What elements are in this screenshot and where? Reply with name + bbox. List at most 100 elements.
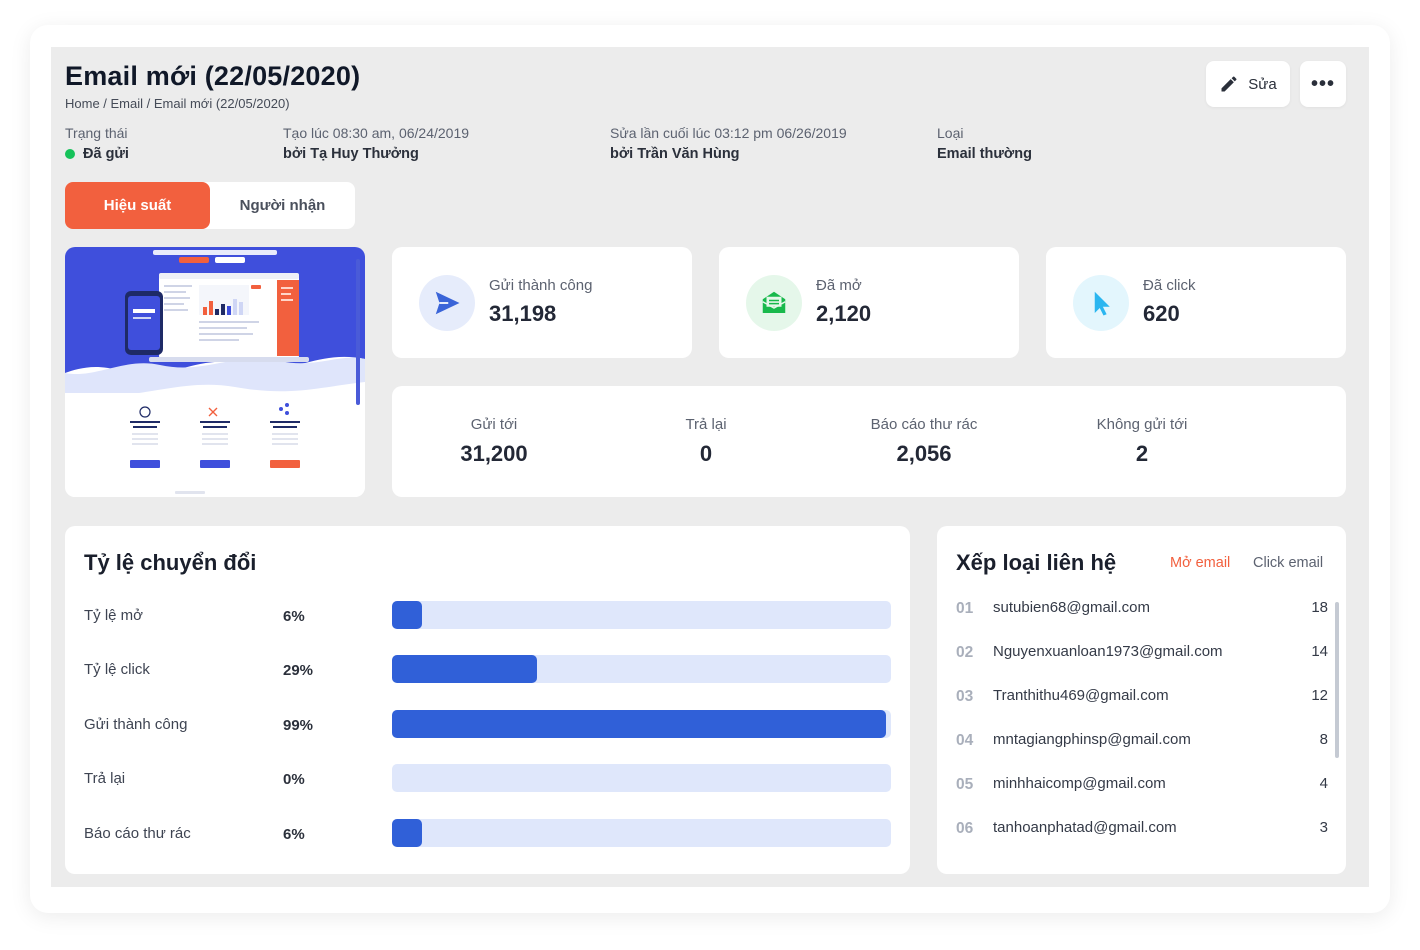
delivery-bounced: Trả lại 0 (654, 416, 758, 467)
edited-label: Sửa lần cuối lúc 03:12 pm 06/26/2019 (610, 125, 847, 141)
conversion-percent: 29% (283, 662, 314, 679)
delivery-spam-reports: Báo cáo thư rác 2,056 (854, 416, 994, 467)
ranking-scrollbar[interactable] (1335, 602, 1339, 758)
more-options-button[interactable]: ••• (1300, 61, 1346, 107)
delivery-value: 31,200 (460, 441, 528, 466)
meta-status: Trạng thái Đã gửi (65, 125, 129, 162)
conversion-bar-track (392, 601, 891, 629)
ranking-title: Xếp loại liên hệ (956, 550, 1117, 575)
conversion-row: Tỷ lệ mở 6% (84, 601, 892, 631)
stat-card-clicked: Đã click 620 (1046, 247, 1346, 358)
contact-email: Tranthithu469@gmail.com (993, 687, 1169, 704)
conversion-bar-fill (392, 819, 422, 847)
tab-open-email[interactable]: Mở email (1170, 555, 1230, 571)
delivery-label: Không gửi tới (1096, 416, 1188, 433)
edit-button[interactable]: Sửa (1206, 61, 1290, 107)
list-item[interactable]: 06 tanhoanphatad@gmail.com 3 (956, 814, 1328, 844)
delivery-summary: Gửi tới 31,200 Trả lại 0 Báo cáo thư rác… (392, 386, 1346, 497)
contact-count: 12 (1311, 687, 1328, 704)
type-value: Email thường (937, 146, 1032, 162)
conversion-row: Trả lại 0% (84, 764, 892, 794)
conversion-bar-fill (392, 655, 537, 683)
delivery-value: 0 (699, 441, 713, 466)
contact-email: minhhaicomp@gmail.com (993, 775, 1166, 792)
delivery-value: 2,056 (896, 441, 952, 466)
edit-button-label: Sửa (1248, 75, 1277, 93)
stat-value: 620 (1143, 301, 1180, 326)
email-preview-thumbnail[interactable] (65, 247, 365, 497)
rank-number: 02 (956, 644, 974, 661)
contact-count: 14 (1311, 643, 1328, 660)
status-text: Đã gửi (83, 146, 129, 162)
stat-label: Đã click (1143, 277, 1196, 294)
edited-by: bởi Trần Văn Hùng (610, 146, 740, 162)
conversion-bar-track (392, 764, 891, 792)
stat-value: 31,198 (489, 301, 557, 326)
tab-recipients[interactable]: Người nhận (210, 182, 355, 229)
tab-performance[interactable]: Hiệu suất (65, 182, 210, 229)
tab-click-email[interactable]: Click email (1253, 555, 1323, 571)
conversion-bar-fill (392, 601, 422, 629)
meta-edited: Sửa lần cuối lúc 03:12 pm 06/26/2019 bởi… (610, 125, 847, 162)
contact-email: Nguyenxuanloan1973@gmail.com (993, 643, 1223, 660)
conversion-label: Báo cáo thư rác (84, 825, 191, 842)
created-label: Tạo lúc 08:30 am, 06/24/2019 (283, 125, 470, 141)
contact-count: 8 (1319, 731, 1328, 748)
delivery-label: Gửi tới (470, 416, 518, 433)
conversion-rate-card: Tỷ lệ chuyển đổi Tỷ lệ mở 6% Tỷ lệ click… (65, 526, 910, 874)
pencil-icon (1221, 76, 1237, 92)
conversion-label: Tỷ lệ click (84, 661, 150, 678)
conversion-label: Trả lại (84, 770, 126, 787)
conversion-percent: 6% (283, 826, 305, 843)
rank-number: 04 (956, 732, 974, 749)
conversion-row: Tỷ lệ click 29% (84, 655, 892, 685)
stat-card-opened: Đã mở 2,120 (719, 247, 1019, 358)
delivery-label: Báo cáo thư rác (870, 416, 978, 433)
conversion-label: Gửi thành công (84, 716, 188, 733)
breadcrumb[interactable]: Home / Email / Email mới (22/05/2020) (65, 96, 290, 111)
ranking-list: 01 sutubien68@gmail.com 18 02 Nguyenxuan… (937, 594, 1337, 864)
conversion-row: Báo cáo thư rác 6% (84, 819, 892, 849)
contact-count: 18 (1311, 599, 1328, 616)
cursor-icon (1073, 275, 1129, 331)
list-item[interactable]: 01 sutubien68@gmail.com 18 (956, 594, 1328, 624)
contact-email: sutubien68@gmail.com (993, 599, 1150, 616)
page-title: Email mới (22/05/2020) (65, 61, 361, 91)
email-detail-panel: Email mới (22/05/2020) Home / Email / Em… (51, 47, 1369, 887)
list-item[interactable]: 03 Tranthithu469@gmail.com 12 (956, 682, 1328, 712)
open-mail-icon (746, 275, 802, 331)
delivery-sent-to: Gửi tới 31,200 (442, 416, 546, 467)
contact-email: tanhoanphatad@gmail.com (993, 819, 1177, 836)
conversion-percent: 0% (283, 771, 305, 788)
list-item[interactable]: 02 Nguyenxuanloan1973@gmail.com 14 (956, 638, 1328, 668)
conversion-percent: 99% (283, 717, 314, 734)
email-preview-illustration (65, 247, 365, 497)
status-dot-icon (65, 149, 75, 159)
more-dots-icon: ••• (1310, 72, 1335, 95)
stat-value: 2,120 (816, 301, 872, 326)
conversion-row: Gửi thành công 99% (84, 710, 892, 740)
stat-card-sent: Gửi thành công 31,198 (392, 247, 692, 358)
type-label: Loại (937, 125, 964, 141)
contact-email: mntagiangphinsp@gmail.com (993, 731, 1191, 748)
preview-scrollbar[interactable] (356, 259, 360, 405)
conversion-bar-fill (392, 710, 886, 738)
list-item[interactable]: 05 minhhaicomp@gmail.com 4 (956, 770, 1328, 800)
rank-number: 01 (956, 600, 974, 617)
rank-number: 06 (956, 820, 974, 837)
delivery-value: 2 (1135, 441, 1149, 466)
conversion-label: Tỷ lệ mở (84, 607, 144, 624)
status-value: Đã gửi (65, 146, 129, 162)
rank-number: 03 (956, 688, 974, 705)
status-label: Trạng thái (65, 125, 128, 141)
contact-count: 4 (1319, 775, 1328, 792)
delivery-not-sent: Không gửi tới 2 (1080, 416, 1204, 467)
conversion-title: Tỷ lệ chuyển đổi (84, 550, 257, 575)
list-item[interactable]: 04 mntagiangphinsp@gmail.com 8 (956, 726, 1328, 756)
rank-number: 05 (956, 776, 974, 793)
stat-label: Đã mở (816, 277, 862, 294)
contact-count: 3 (1319, 819, 1328, 836)
contact-ranking-card: Xếp loại liên hệ Mở email Click email 01… (937, 526, 1346, 874)
created-by: bởi Tạ Huy Thưởng (283, 146, 419, 162)
send-icon (419, 275, 475, 331)
